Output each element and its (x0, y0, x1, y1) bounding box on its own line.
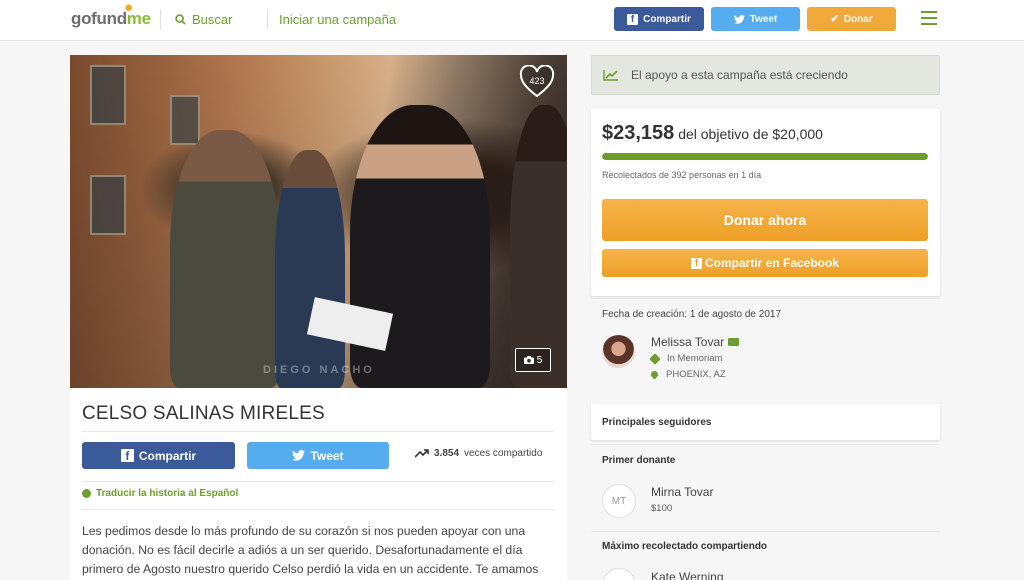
gofundme-logo[interactable]: gofundme ✺ (71, 3, 151, 29)
logo-sun-icon: ✺ (125, 3, 133, 13)
first-donor-name: Mirna Tovar (651, 485, 714, 499)
translate-story-link[interactable]: Traducir la historia al Español (82, 488, 238, 499)
first-donor-avatar: MT (602, 484, 636, 518)
translate-label: Traducir la historia al Español (96, 488, 239, 499)
share-count-suffix: veces compartido (464, 448, 543, 459)
divider (82, 509, 554, 510)
top-navbar: gofundme ✺ Buscar Iniciar una campaña f … (0, 0, 1024, 41)
photo-watermark: DIEGO NACHO (263, 364, 375, 376)
top-sharer-title: Máximo recolectado compartiendo (602, 541, 768, 552)
search-label: Buscar (192, 12, 233, 27)
share-facebook-button[interactable]: f Compartir (82, 442, 235, 469)
photo-detail (170, 130, 280, 388)
raised-amount: $23,158 del objetivo de $20,000 (602, 122, 823, 145)
share-on-facebook-button[interactable]: f Compartir en Facebook (602, 249, 928, 277)
nav-divider (267, 9, 268, 29)
progress-fill (602, 153, 928, 160)
photo-gallery-button[interactable]: 5 (515, 348, 551, 372)
header-tweet-label: Tweet (749, 13, 778, 25)
tweet-button[interactable]: Tweet (247, 442, 389, 469)
like-button[interactable]: 423 (519, 65, 555, 99)
created-date: Fecha de creación: 1 de agosto de 2017 (602, 309, 782, 320)
twitter-icon (292, 450, 306, 461)
logo-text-left: gofund (71, 9, 127, 28)
share-label: Compartir (138, 448, 197, 463)
header-tweet-button[interactable]: Tweet (711, 7, 800, 31)
progress-bar (602, 153, 928, 160)
campaign-location: PHOENIX, AZ (649, 369, 726, 380)
growing-banner: El apoyo a esta campaña está creciendo (591, 55, 940, 95)
raised-by-text: Recolectados de 392 personas en 1 día (602, 170, 762, 180)
organizer-name[interactable]: Melissa Tovar (651, 335, 740, 349)
search-link[interactable]: Buscar (175, 12, 232, 27)
goal-text: del objetivo de $20,000 (678, 126, 823, 142)
header-share-button[interactable]: f Compartir (614, 7, 704, 31)
envelope-icon[interactable] (728, 338, 740, 346)
share-count-value: 3.854 (434, 448, 460, 459)
top-supporters-title: Principales seguidores (602, 417, 712, 428)
header-share-label: Compartir (643, 13, 691, 25)
nav-divider (160, 9, 161, 29)
start-campaign-link[interactable]: Iniciar una campaña (279, 12, 396, 27)
tag-icon (649, 352, 661, 365)
location-text: PHOENIX, AZ (666, 369, 726, 380)
share-on-facebook-label: Compartir en Facebook (704, 256, 840, 270)
donation-card: $23,158 del objetivo de $20,000 Recolect… (591, 109, 940, 296)
facebook-icon: f (120, 449, 134, 463)
growing-text: El apoyo a esta campaña está creciendo (631, 68, 848, 82)
campaign-story-text: Les pedimos desde lo más profundo de su … (82, 524, 539, 576)
photo-detail (90, 175, 126, 235)
top-sharer-name: Kate Werning (651, 570, 724, 580)
twitter-icon (733, 14, 745, 24)
raised-amount-value: $23,158 (602, 122, 675, 144)
search-icon (175, 14, 186, 25)
photo-detail (510, 105, 567, 388)
organizer-name-text: Melissa Tovar (651, 335, 725, 349)
photo-count: 5 (536, 354, 543, 366)
globe-icon (82, 489, 91, 498)
first-donor-title: Primer donante (602, 455, 676, 466)
top-sharer-avatar (602, 568, 636, 580)
tweet-label: Tweet (310, 448, 344, 463)
hamburger-menu-icon[interactable] (921, 11, 937, 25)
divider (591, 298, 940, 299)
campaign-photo[interactable]: 423 DIEGO NACHO 5 (70, 55, 567, 388)
location-pin-icon (649, 369, 660, 380)
first-donor-amount: $100 (651, 503, 673, 514)
campaign-title: CELSO SALINAS MIRELES (82, 403, 325, 424)
trending-up-icon (415, 449, 429, 458)
camera-icon (523, 356, 534, 364)
photo-detail (170, 95, 200, 145)
category-text: In Memoriam (667, 353, 723, 364)
divider (82, 431, 554, 432)
donate-now-button[interactable]: Donar ahora (602, 199, 928, 241)
divider (591, 444, 940, 445)
photo-detail (90, 65, 126, 125)
divider (82, 481, 554, 482)
header-donate-label: Donar (843, 13, 873, 25)
campaign-story-card: CELSO SALINAS MIRELES f Compartir Tweet … (70, 388, 567, 580)
facebook-icon: f (627, 13, 639, 25)
divider (591, 531, 940, 532)
photo-detail (275, 150, 345, 388)
campaign-category[interactable]: In Memoriam (649, 352, 723, 365)
share-count: 3.854 veces compartido (415, 448, 542, 459)
header-donate-button[interactable]: ✔ Donar (807, 7, 896, 31)
organizer-avatar[interactable] (602, 335, 635, 368)
check-icon: ✔ (830, 13, 839, 25)
facebook-icon: f (690, 257, 702, 269)
trending-up-icon (603, 70, 618, 81)
like-count: 423 (529, 76, 545, 86)
